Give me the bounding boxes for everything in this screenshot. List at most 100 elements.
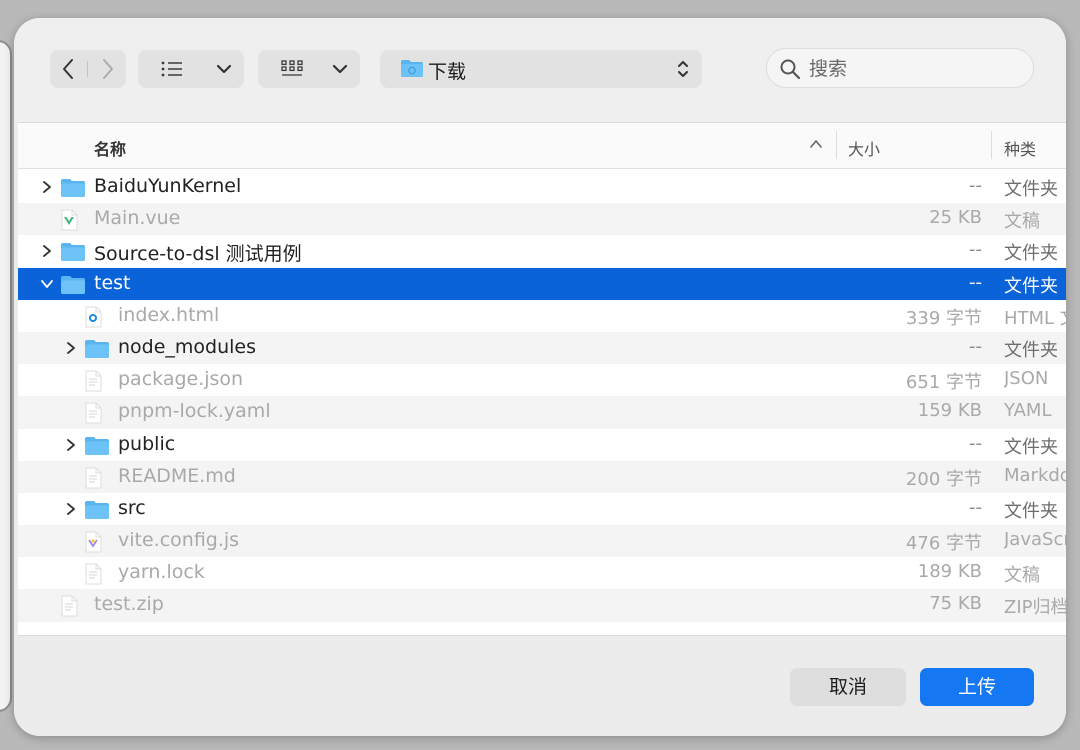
file-name: package.json [118,368,244,391]
file-name: index.html [118,303,220,326]
search-field[interactable] [766,48,1034,88]
dialog-footer: 取消 上传 [14,636,1066,736]
file-size: 75 KB [929,593,982,615]
file-kind: YAML [1004,400,1052,422]
forward-button[interactable] [90,50,126,88]
vue-file-icon [61,209,78,231]
folder-row[interactable]: Source-to-dsl 测试用例 -- 文件夹 [18,235,1066,267]
column-divider[interactable] [836,131,837,159]
file-size: 189 KB [917,561,982,583]
file-size: 159 KB [917,400,982,422]
file-name: pnpm-lock.yaml [118,400,271,423]
chevron-right-icon[interactable] [40,180,54,194]
sort-ascending-icon[interactable] [809,138,823,150]
file-size: -- [969,239,982,261]
folder-row[interactable]: test -- 文件夹 [18,267,1066,300]
file-name: Main.vue [94,207,181,230]
file-kind: 文稿 [1004,211,1040,233]
file-list: 名称 大小 种类 BaiduYunKernel -- 文件夹 Main.vue 25 K… [18,122,1066,636]
column-header: 名称 大小 种类 [18,123,1066,169]
file-name: test.zip [94,593,164,616]
folder-icon [85,500,109,519]
file-kind: 文稿 [1004,565,1040,587]
upload-button[interactable]: 上传 [920,668,1034,706]
file-kind: 文件夹 [1004,436,1058,458]
file-kind: ZIP归档 [1004,597,1066,619]
folder-row[interactable]: src -- 文件夹 [18,493,1066,525]
file-size: 200 字节 [905,468,982,490]
file-kind: 文件夹 [1004,243,1058,265]
file-kind: HTML 文稿 [1004,307,1066,329]
file-name: public [118,432,176,455]
file-size: 25 KB [929,207,982,229]
document-icon [85,370,102,392]
search-icon [780,59,801,80]
back-forward-control [50,50,126,88]
folder-icon [61,275,85,294]
folder-row[interactable]: public -- 文件夹 [18,429,1066,461]
nav-separator [87,61,88,77]
file-kind: Markdown [1004,464,1066,486]
search-input[interactable] [807,55,1021,83]
file-size: -- [969,175,982,196]
toolbar: 下载 [14,18,1066,122]
file-row[interactable]: vite.config.js 476 字节 JavaScript [18,525,1066,558]
back-button[interactable] [50,50,86,88]
folder-icon [61,179,85,197]
file-row[interactable]: package.json 651 字节 JSON [18,364,1066,396]
location-popup[interactable]: 下载 [380,50,702,88]
chevron-right-icon[interactable] [64,502,78,516]
file-row[interactable]: pnpm-lock.yaml 159 KB YAML [18,396,1066,429]
file-kind: 文件夹 [1004,500,1058,522]
file-row[interactable]: index.html 339 字节 HTML 文稿 [18,300,1066,332]
js-file-icon [85,531,102,553]
column-header-kind[interactable]: 种类 [1004,136,1036,160]
file-size: -- [969,335,982,357]
file-size: 339 字节 [905,307,982,329]
chevron-right-icon[interactable] [64,438,78,452]
file-row[interactable]: README.md 200 字节 Markdown [18,460,1066,493]
column-header-size[interactable]: 大小 [848,136,880,160]
html-file-icon [85,306,102,328]
downloads-folder-icon [401,60,423,77]
file-name: yarn.lock [118,561,205,584]
file-row[interactable]: test.zip 75 KB ZIP归档 [18,589,1066,622]
file-row[interactable]: yarn.lock 189 KB 文稿 [18,557,1066,589]
list-icon [161,61,182,77]
chevron-right-icon[interactable] [40,244,54,258]
document-icon [85,563,102,585]
chevron-down-icon[interactable] [40,277,54,291]
column-header-name[interactable]: 名称 [94,136,126,160]
file-upload-dialog: 下载 名称 大小 种类 BaiduYunKernel -- 文件夹 Main.vue 2… [14,18,1066,736]
file-name: src [118,496,146,519]
file-kind: 文件夹 [1004,339,1058,361]
file-kind: 文件夹 [1004,179,1058,200]
file-size: 476 字节 [905,533,982,555]
chevron-left-icon [63,59,73,79]
document-icon [85,467,102,489]
file-kind: 文件夹 [1004,275,1058,297]
file-name: README.md [118,464,236,487]
folder-icon [85,436,109,455]
chevron-up-down-icon [678,61,688,77]
grid-view-button[interactable] [258,50,360,88]
list-view-button[interactable] [138,50,244,88]
file-name: test [94,271,131,294]
folder-row[interactable]: node_modules -- 文件夹 [18,331,1066,365]
document-icon [61,595,78,617]
column-divider[interactable] [991,131,992,159]
file-kind: JavaScript [1004,529,1066,551]
file-name: BaiduYunKernel [94,175,242,197]
cancel-button[interactable]: 取消 [790,668,906,706]
chevron-down-icon [332,64,348,74]
file-size: -- [969,271,982,293]
folder-icon [85,339,109,358]
location-label: 下载 [428,61,467,83]
file-row[interactable]: Main.vue 25 KB 文稿 [18,203,1066,236]
file-size: -- [969,496,982,518]
chevron-right-icon[interactable] [64,341,78,355]
folder-icon [61,243,85,262]
folder-row[interactable]: BaiduYunKernel -- 文件夹 [18,171,1066,203]
chevron-right-icon [103,59,113,79]
file-name: Source-to-dsl 测试用例 [94,243,302,266]
